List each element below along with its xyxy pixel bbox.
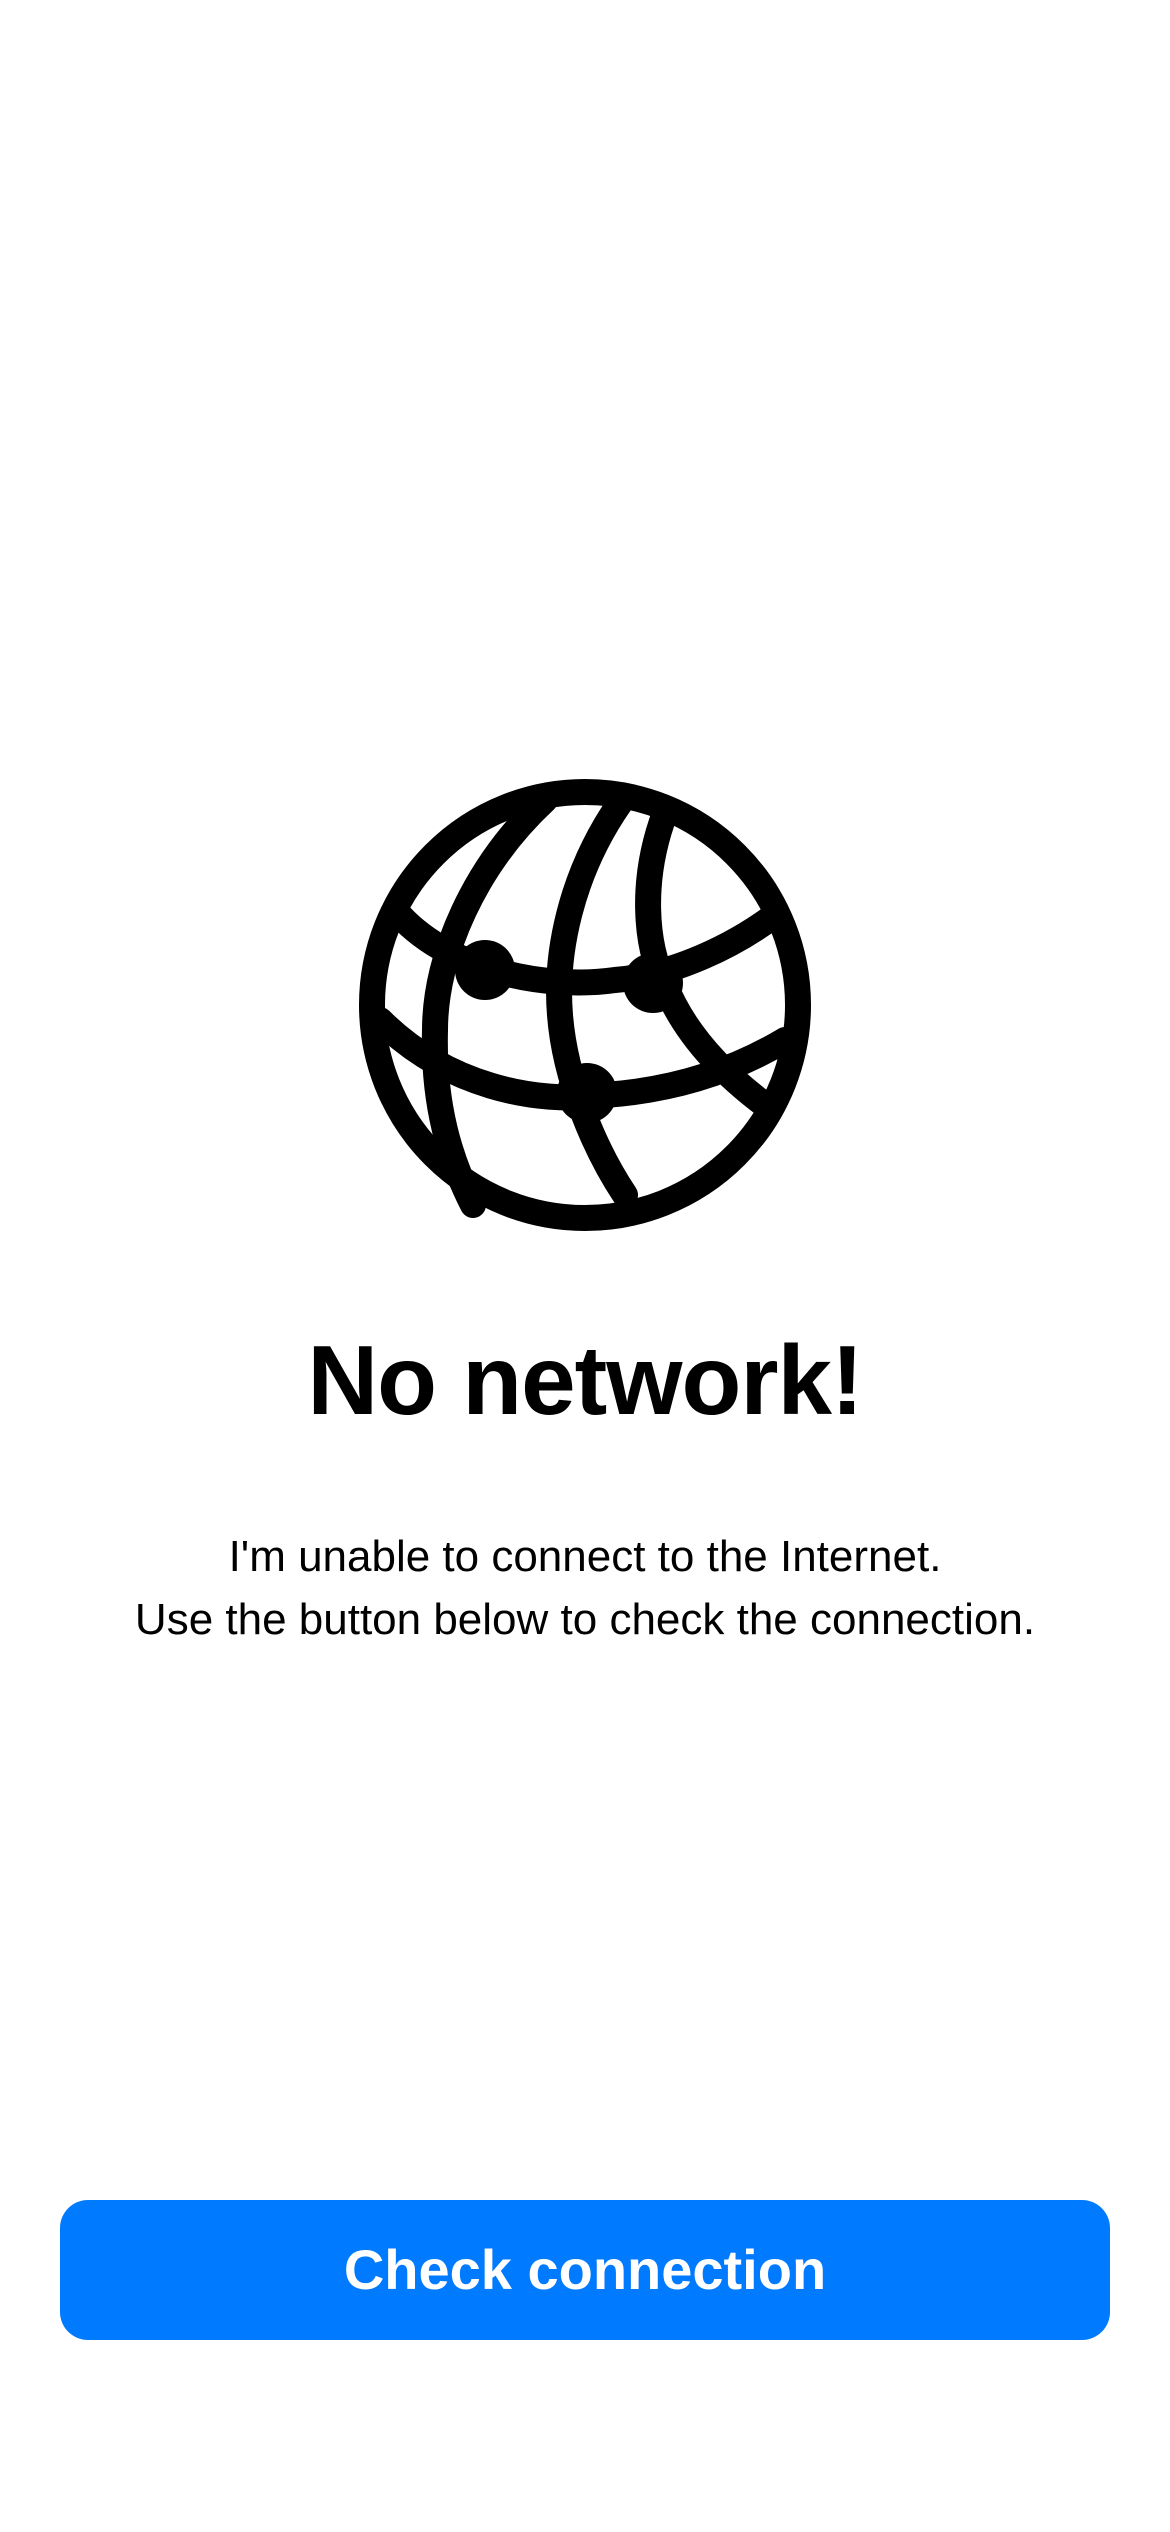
status-message: I'm unable to connect to the Internet. U… xyxy=(40,1525,1130,1651)
message-line: Use the button below to check the connec… xyxy=(134,1595,1036,1644)
check-connection-button[interactable]: Check connection xyxy=(60,2200,1110,2340)
network-globe-icon xyxy=(355,775,815,1235)
no-network-screen: No network! I'm unable to connect to the… xyxy=(0,0,1170,2532)
message-line: I'm unable to connect to the Internet. xyxy=(228,1532,942,1581)
page-title: No network! xyxy=(307,1325,863,1435)
